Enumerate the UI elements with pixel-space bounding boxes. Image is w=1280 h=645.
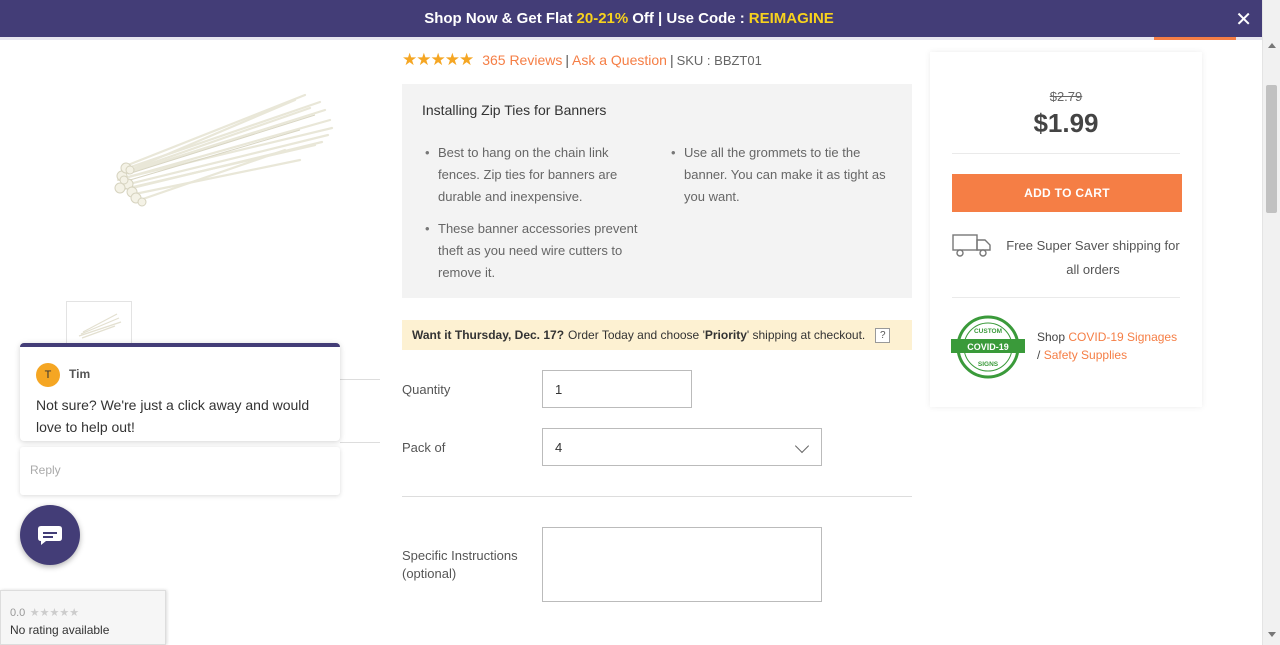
pack-select[interactable]: 4	[542, 428, 822, 466]
divider	[402, 496, 912, 497]
star-rating-icon: ★★★★★	[402, 50, 474, 69]
promo-bar: Shop Now & Get Flat 20-21% Off | Use Cod…	[0, 0, 1262, 37]
covid-shop-text: Shop COVID-19 Signages / Safety Supplies	[1037, 328, 1187, 364]
chevron-down-icon	[794, 438, 810, 454]
badge-bottom-text: SIGNS	[978, 361, 999, 368]
instructions-label: Specific Instructions (optional)	[402, 548, 518, 581]
installation-info-box: Installing Zip Ties for Banners Best to …	[402, 84, 912, 298]
divider	[340, 379, 380, 380]
scrollbar-thumb[interactable]	[1266, 85, 1277, 213]
separator: |	[669, 52, 674, 68]
badge-mid-text: COVID-19	[967, 342, 1009, 352]
close-icon[interactable]: ✕	[1235, 7, 1252, 32]
promo-prefix: Shop Now & Get Flat	[424, 10, 573, 27]
header-accent-edge	[1154, 37, 1236, 40]
instructions-textarea[interactable]	[542, 527, 822, 602]
list-item: Best to hang on the chain link fences. Z…	[422, 142, 642, 208]
avatar: T	[36, 363, 60, 387]
shop-prefix: Shop	[1037, 330, 1066, 344]
pack-selected-value: 4	[555, 439, 563, 455]
help-icon[interactable]: ?	[875, 327, 891, 343]
header-strip	[0, 37, 1262, 40]
product-image[interactable]	[100, 80, 340, 220]
product-thumbnail[interactable]	[66, 301, 132, 347]
list-item: Use all the grommets to tie the banner. …	[668, 142, 888, 208]
chat-bubble-icon	[38, 526, 62, 545]
star-rating-icon: ★★★★★	[29, 607, 80, 619]
promo-discount: 20-21%	[576, 10, 629, 27]
safety-supplies-link[interactable]: Safety Supplies	[1044, 348, 1127, 362]
scroll-down-arrow-icon[interactable]	[1268, 632, 1276, 637]
covid-signages-link[interactable]: COVID-19 Signages	[1068, 330, 1177, 344]
rating-row: ★★★★★ 365 Reviews | Ask a Question | SKU…	[402, 50, 762, 70]
reviews-link[interactable]: 365 Reviews	[482, 52, 562, 68]
list-item: These banner accessories prevent theft a…	[422, 218, 642, 284]
delivery-banner: Want it Thursday, Dec. 17? Order Today a…	[402, 320, 912, 350]
info-bullets-left: Best to hang on the chain link fences. Z…	[422, 142, 642, 294]
thumbnail-image	[78, 313, 122, 339]
truck-icon	[952, 234, 991, 257]
priority-label: Priority	[704, 328, 747, 342]
promo-middle: Off | Use Code :	[632, 10, 745, 27]
slash: /	[1037, 348, 1041, 362]
badge-top-text: CUSTOM	[974, 328, 1002, 335]
delivery-text-after: ' shipping at checkout.	[746, 328, 866, 342]
page-scrollbar[interactable]	[1262, 0, 1280, 645]
quantity-input[interactable]: 1	[542, 370, 692, 408]
sku-text: SKU : BBZT01	[676, 52, 762, 68]
rating-text: No rating available	[10, 623, 110, 637]
rating-score: 0.0	[10, 607, 26, 619]
add-to-cart-button[interactable]: ADD TO CART	[952, 174, 1182, 212]
divider	[952, 297, 1180, 298]
chat-reply-input[interactable]: Reply	[20, 447, 340, 495]
old-price: $2.79	[1049, 89, 1083, 104]
pack-label: Pack of	[402, 440, 446, 455]
promo-code: REIMAGINE	[748, 10, 834, 27]
chat-message-card[interactable]: T Tim Not sure? We're just a click away …	[20, 343, 340, 441]
covid-signs-badge-icon[interactable]: COVID-19 CUSTOM SIGNS	[950, 314, 1026, 380]
chat-launcher-button[interactable]	[20, 505, 80, 565]
store-rating-badge[interactable]: 0.0 ★★★★★ No rating available	[0, 590, 166, 645]
quantity-label: Quantity	[402, 382, 451, 397]
price-card: $2.79 $1.99 ADD TO CART Free Super Saver…	[930, 52, 1202, 407]
delivery-text-before: Order Today and choose '	[568, 328, 705, 342]
shipping-text: Free Super Saver shipping for all orders	[1006, 238, 1180, 277]
info-bullets-right: Use all the grommets to tie the banner. …	[668, 142, 888, 218]
info-title: Installing Zip Ties for Banners	[422, 102, 607, 118]
delivery-date: Want it Thursday, Dec. 17?	[412, 328, 565, 342]
agent-name: Tim	[69, 367, 91, 381]
chat-message: Not sure? We're just a click away and wo…	[36, 397, 310, 435]
separator: |	[565, 52, 569, 68]
scroll-up-arrow-icon[interactable]	[1268, 43, 1276, 48]
new-price: $1.99	[1033, 108, 1099, 138]
divider	[340, 442, 380, 443]
divider	[952, 153, 1180, 154]
ask-question-link[interactable]: Ask a Question	[572, 52, 667, 68]
